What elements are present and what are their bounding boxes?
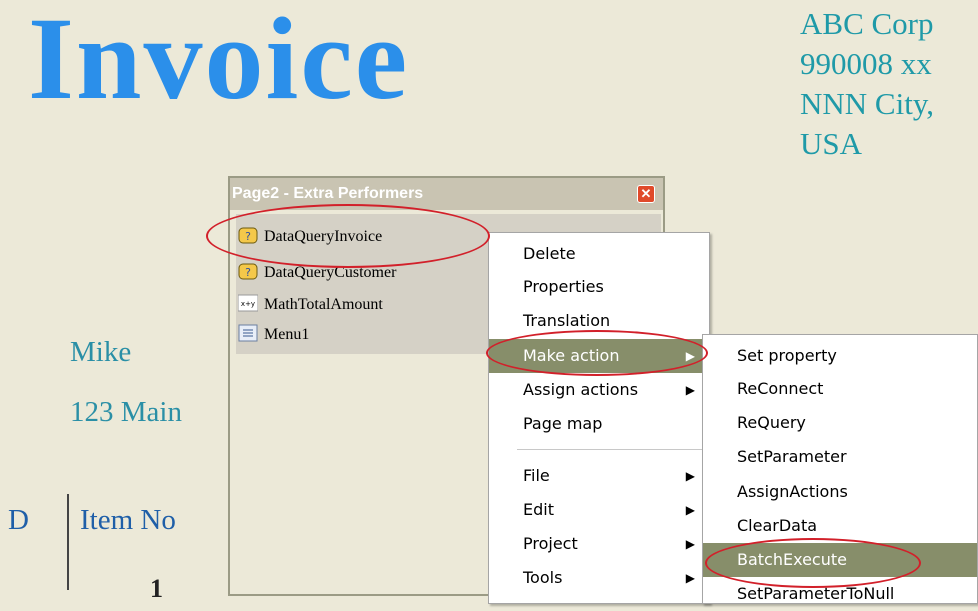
menu-item-label: SetParameter bbox=[737, 447, 847, 466]
menu-item-label: Assign actions bbox=[523, 380, 639, 399]
context-menu: Delete Properties Translation Make actio… bbox=[488, 232, 710, 604]
column-header-id: D bbox=[8, 504, 29, 536]
math-icon: x+y bbox=[238, 294, 258, 312]
submenu-arrow-icon: ▶ bbox=[685, 503, 695, 517]
window-title: Page2 - Extra Performers bbox=[230, 178, 663, 210]
menu-item-project[interactable]: Project ▶ bbox=[489, 527, 709, 561]
close-button[interactable]: ✕ bbox=[637, 185, 655, 203]
item-label: Menu1 bbox=[264, 326, 310, 343]
company-line: NNN City, bbox=[800, 86, 935, 121]
svg-text:?: ? bbox=[245, 230, 251, 243]
submenu-arrow-icon: ▶ bbox=[685, 469, 695, 483]
menu-item-label: Translation bbox=[523, 311, 611, 330]
submenu-item-reconnect[interactable]: ReConnect bbox=[703, 372, 977, 406]
column-divider bbox=[67, 494, 69, 590]
dataquery-icon: ? bbox=[238, 227, 258, 244]
submenu-arrow-icon: ▶ bbox=[685, 383, 695, 397]
submenu-item-assignactions[interactable]: AssignActions bbox=[703, 475, 977, 509]
company-address: ABC Corp 990008 xx NNN City, USA bbox=[800, 4, 934, 164]
menu-item-label: Page map bbox=[523, 414, 603, 433]
customer-address: 123 Main bbox=[70, 396, 182, 428]
customer-name: Mike bbox=[70, 336, 132, 368]
item-label: DataQueryCustomer bbox=[264, 264, 397, 281]
menu-item-label: ClearData bbox=[737, 516, 818, 535]
invoice-title: Invoice bbox=[28, 0, 410, 124]
menu-item-label: Delete bbox=[523, 244, 576, 263]
list-item[interactable]: ? DataQueryCustomer bbox=[238, 260, 508, 286]
submenu-item-set-property[interactable]: Set property bbox=[703, 339, 977, 373]
menu-item-label: BatchExecute bbox=[737, 550, 847, 569]
item-label: MathTotalAmount bbox=[264, 296, 383, 313]
menu-item-label: AssignActions bbox=[737, 482, 848, 501]
menu-item-label: Properties bbox=[523, 277, 604, 296]
menu-item-edit[interactable]: Edit ▶ bbox=[489, 493, 709, 527]
menu-item-label: Edit bbox=[523, 500, 554, 519]
menu-item-label: ReQuery bbox=[737, 413, 806, 432]
list-item[interactable]: x+y MathTotalAmount bbox=[238, 292, 508, 318]
menu-item-label: ReConnect bbox=[737, 379, 824, 398]
submenu-item-cleardata[interactable]: ClearData bbox=[703, 509, 977, 543]
menu-item-label: Set property bbox=[737, 346, 837, 365]
menu-item-make-action[interactable]: Make action ▶ bbox=[489, 339, 709, 373]
make-action-submenu: Set property ReConnect ReQuery SetParame… bbox=[702, 334, 978, 604]
list-item[interactable]: Menu1 bbox=[238, 322, 508, 348]
menu-item-delete[interactable]: Delete bbox=[489, 237, 709, 271]
company-line: 990008 xx bbox=[800, 46, 932, 81]
submenu-arrow-icon: ▶ bbox=[685, 537, 695, 551]
submenu-item-batchexecute[interactable]: BatchExecute bbox=[703, 543, 977, 577]
table-cell: 1 bbox=[150, 574, 163, 603]
menu-separator bbox=[517, 449, 705, 450]
item-label: DataQueryInvoice bbox=[264, 228, 383, 245]
menu-item-page-map[interactable]: Page map bbox=[489, 407, 709, 441]
submenu-item-requery[interactable]: ReQuery bbox=[703, 406, 977, 440]
menu-item-file[interactable]: File ▶ bbox=[489, 459, 709, 493]
submenu-item-setparameter[interactable]: SetParameter bbox=[703, 440, 977, 474]
menu-item-label: SetParameterToNull bbox=[737, 584, 895, 603]
svg-text:x+y: x+y bbox=[241, 300, 255, 308]
menu-item-label: Make action bbox=[523, 346, 620, 365]
menu-item-assign-actions[interactable]: Assign actions ▶ bbox=[489, 373, 709, 407]
menu-item-label: Tools bbox=[523, 568, 563, 587]
company-line: ABC Corp bbox=[800, 6, 934, 41]
menu-item-label: File bbox=[523, 466, 550, 485]
column-header-item-no: Item No bbox=[80, 504, 176, 536]
submenu-item-setparametertonull[interactable]: SetParameterToNull bbox=[703, 577, 977, 611]
menu-item-label: Project bbox=[523, 534, 578, 553]
company-line: USA bbox=[800, 126, 863, 161]
submenu-arrow-icon: ▶ bbox=[685, 349, 695, 363]
svg-text:?: ? bbox=[245, 266, 251, 279]
dataquery-icon: ? bbox=[238, 263, 258, 280]
menu-icon bbox=[238, 324, 258, 342]
menu-item-translation[interactable]: Translation bbox=[489, 304, 709, 338]
menu-item-properties[interactable]: Properties bbox=[489, 270, 709, 304]
list-item[interactable]: ? DataQueryInvoice bbox=[238, 224, 508, 250]
